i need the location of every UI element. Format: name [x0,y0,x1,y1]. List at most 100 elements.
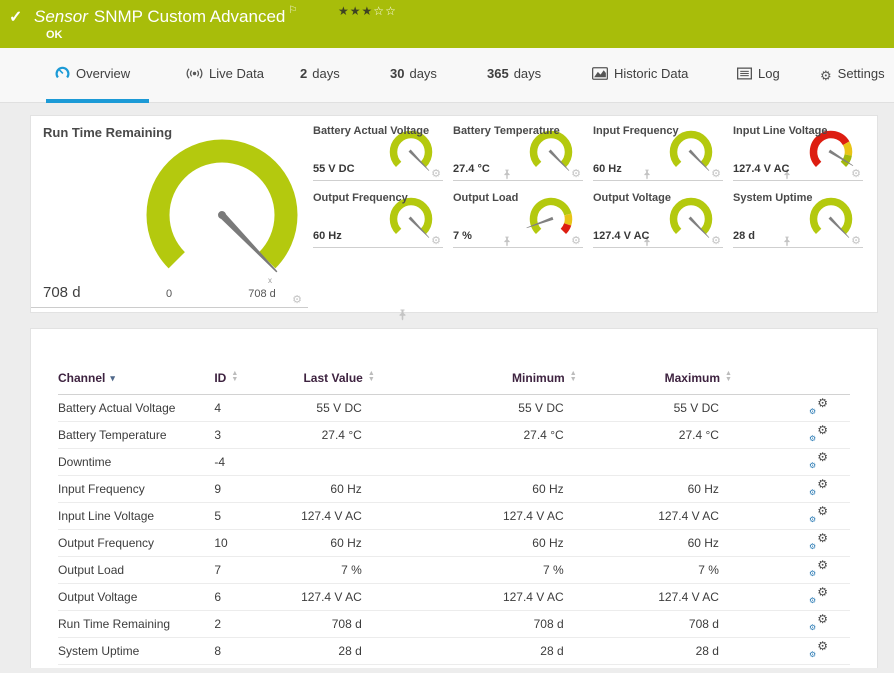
tab-historic-data[interactable]: Historic Data [592,66,688,83]
cell-channel[interactable]: Input Frequency [58,475,215,503]
channel-settings-gears-icon[interactable]: ⚙ ⚙ [809,612,828,632]
cell-maximum: 7 % [576,556,732,584]
gauge-title: Battery Actual Voltage [313,125,430,137]
cell-maximum: 127.4 V AC [576,583,732,611]
sort-arrows-icon: ▲ ▼ [725,370,732,383]
table-row: Input Frequency 9 60 Hz 60 Hz 60 Hz ⚙ ⚙ [58,475,850,503]
pin-icon[interactable] [503,236,511,247]
star-filled-icon[interactable]: ★ [350,4,362,18]
gauge-battery-temperature[interactable]: Battery Temperature 27.4 °C ⚙ [453,124,650,181]
pin-icon[interactable] [643,169,651,180]
tab-label: days [513,66,542,81]
tab-label: Historic Data [614,66,689,81]
cell-channel[interactable]: Run Time Remaining [58,610,215,638]
status-badge: OK [46,29,63,41]
flag-icon[interactable]: ⚐ [288,5,297,16]
pin-icon[interactable] [783,236,791,247]
tab-live-data[interactable]: Live Data [186,66,264,83]
cell-id: 2 [214,610,278,638]
cell-last-value: 27.4 °C [277,421,375,449]
cell-channel[interactable]: Output Frequency [58,529,215,557]
cell-channel[interactable]: Downtime [58,448,215,476]
pin-icon[interactable] [398,309,407,321]
cell-minimum: 60 Hz [374,475,577,503]
col-header-last-value[interactable]: Last Value ▲ ▼ [277,370,375,395]
gauge-battery-actual-voltage[interactable]: Battery Actual Voltage 55 V DC ⚙ [313,124,510,181]
col-header-channel[interactable]: Channel ▾ [58,371,215,395]
tab-overview[interactable]: Overview [55,66,130,83]
gauge-value: 127.4 V AC [733,163,790,175]
tab-label: days [312,66,340,81]
tab-365-days[interactable]: 365 days [487,66,541,81]
table-row: Output Frequency 10 60 Hz 60 Hz 60 Hz ⚙ ⚙ [58,529,850,557]
channel-settings-gears-icon[interactable]: ⚙ ⚙ [809,477,828,497]
tab-settings[interactable]: ⚙ Settings [820,66,885,84]
table-row: Downtime -4 ⚙ ⚙ [58,448,850,476]
gauge-title: Battery Temperature [453,125,560,137]
cell-id: 3 [214,421,278,449]
cell-maximum: 127.4 V AC [576,502,732,530]
gauge-value: 708 d [43,284,81,301]
channel-settings-gears-icon[interactable]: ⚙ ⚙ [809,585,828,605]
tab-label: days [409,66,437,81]
table-row: Input Line Voltage 5 127.4 V AC 127.4 V AC 1… [58,502,850,530]
channel-settings-gears-icon[interactable]: ⚙ ⚙ [809,423,828,443]
gauge-system-uptime[interactable]: System Uptime 28 d ⚙ [733,191,863,248]
tab-2-days[interactable]: 2 days [300,66,340,81]
gauge-output-frequency[interactable]: Output Frequency 60 Hz ⚙ [313,191,510,248]
cell-id: 7 [214,556,278,584]
cell-last-value: 127.4 V AC [277,502,375,530]
cell-channel[interactable]: Battery Temperature [58,421,215,449]
cell-id: 10 [214,529,278,557]
col-header-maximum[interactable]: Maximum ▲ ▼ [576,370,732,395]
channel-settings-gears-icon[interactable]: ⚙ ⚙ [809,558,828,578]
tab-30-days[interactable]: 30 days [390,66,437,81]
cell-minimum: 27.4 °C [374,421,577,449]
cell-id: 5 [214,502,278,530]
pin-icon[interactable] [503,169,511,180]
col-header-id[interactable]: ID ▲ ▼ [214,370,278,395]
priority-rating[interactable]: ★★★☆☆ [338,4,397,18]
gauge-output-load[interactable]: Output Load 7 % ⚙ [453,191,650,248]
channel-table: Channel ▾ ID ▲ ▼ Last Value ▲ ▼ Minimum ▲ ▼ Max… [58,370,850,665]
star-filled-icon[interactable]: ★ [338,4,350,18]
cell-maximum: 60 Hz [576,529,732,557]
big-gauge-dial: x [146,139,298,285]
gauge-run-time-remaining[interactable]: Run Time Remaining x 0 708 d 708 d ⚙ [31,116,406,321]
channel-settings-gears-icon[interactable]: ⚙ ⚙ [809,531,828,551]
channel-settings-gears-icon[interactable]: ⚙ ⚙ [809,450,828,470]
star-empty-icon[interactable]: ☆ [385,4,397,18]
gauge-title: Output Load [453,192,519,204]
gauge-input-frequency[interactable]: Input Frequency 60 Hz ⚙ [593,124,790,181]
tab-log[interactable]: Log [737,66,780,83]
cell-channel[interactable]: System Uptime [58,637,215,665]
star-empty-icon[interactable]: ☆ [373,4,385,18]
cell-channel[interactable]: Output Load [58,556,215,584]
gauge-title: Output Voltage [593,192,672,204]
mini-gauge-dial [526,197,573,235]
table-row: Run Time Remaining 2 708 d 708 d 708 d ⚙ ⚙ [58,610,850,638]
gauge-output-voltage[interactable]: Output Voltage 127.4 V AC ⚙ [593,191,790,248]
sort-arrows-icon: ▲ ▼ [367,370,375,383]
star-filled-icon[interactable]: ★ [362,4,374,18]
mini-gauge-dial [669,197,713,238]
overview-gauges-panel: Run Time Remaining x 0 708 d 708 d ⚙ Bat… [30,115,878,321]
channel-settings-gears-icon[interactable]: ⚙ ⚙ [809,639,828,659]
channel-settings-gears-icon[interactable]: ⚙ ⚙ [809,396,828,416]
table-row: Battery Actual Voltage 4 55 V DC 55 V DC 55 … [58,394,850,422]
gauge-input-line-voltage[interactable]: Input Line Voltage 127.4 V AC ⚙ [733,124,863,181]
cell-channel[interactable]: Input Line Voltage [58,502,215,530]
col-header-minimum[interactable]: Minimum ▲ ▼ [374,370,577,395]
page-title: SNMP Custom Advanced [93,7,286,26]
check-icon: ✓ [9,9,23,26]
gear-icon[interactable]: ⚙ [292,295,302,306]
channel-settings-gears-icon[interactable]: ⚙ ⚙ [809,504,828,524]
sensor-title-line: Sensor SNMP Custom Advanced ⚐ [34,5,297,27]
cell-last-value: 7 % [277,556,375,584]
cell-channel[interactable]: Output Voltage [58,583,215,611]
channel-table-body: Battery Actual Voltage 4 55 V DC 55 V DC 55 … [58,394,850,665]
cell-minimum [374,448,577,476]
cell-channel[interactable]: Battery Actual Voltage [58,394,215,422]
gauge-icon [55,66,70,83]
cell-minimum: 60 Hz [374,529,577,557]
